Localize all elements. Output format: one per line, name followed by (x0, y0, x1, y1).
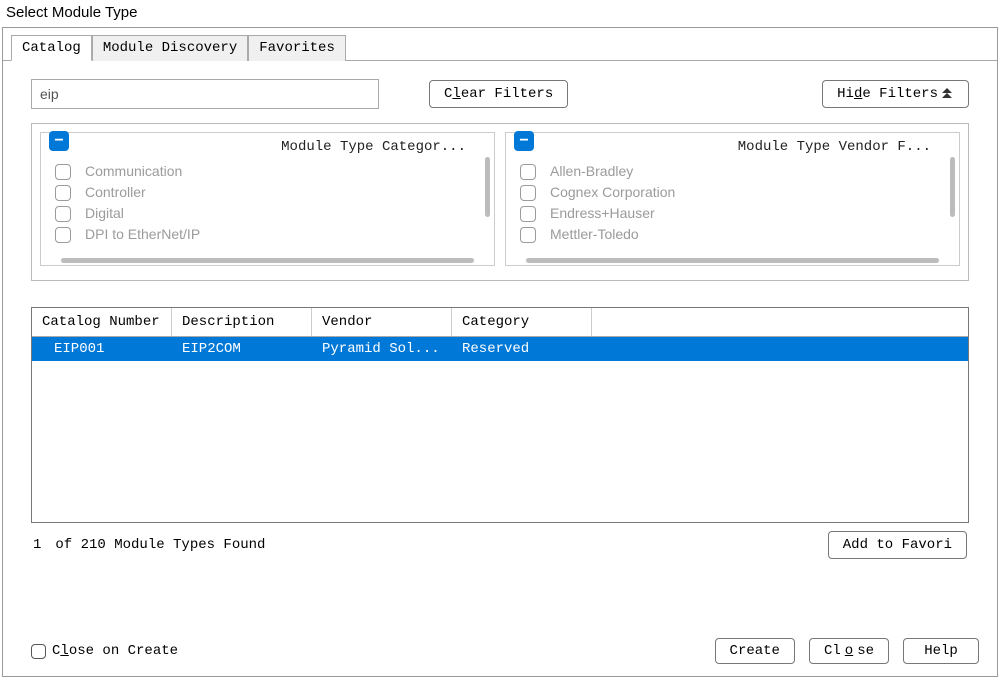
footer-row: Close on Create Create Close Help (31, 638, 979, 664)
checkbox-icon[interactable] (520, 227, 536, 243)
vendor-filter-title: Module Type Vendor F... (514, 139, 951, 161)
create-button[interactable]: Create (715, 638, 795, 664)
checkbox-icon[interactable] (31, 644, 46, 659)
col-header-category[interactable]: Category (452, 308, 592, 336)
close-on-create-checkbox[interactable]: Close on Create (31, 643, 178, 659)
tab-module-discovery[interactable]: Module Discovery (92, 35, 248, 61)
filter-item-cognex[interactable]: Cognex Corporation (518, 182, 947, 203)
hide-filters-label: Hide Filters (837, 86, 938, 102)
clear-filters-label: Clear Filters (444, 86, 553, 102)
status-row: 1 of 210 Module Types Found Add to Favor… (31, 523, 969, 565)
checkbox-icon[interactable] (55, 164, 71, 180)
col-header-catalog[interactable]: Catalog Number (32, 308, 172, 336)
filter-item-communication[interactable]: Communication (53, 161, 482, 182)
close-on-create-label: Close on Create (52, 643, 178, 659)
search-row: Clear Filters Hide Filters (31, 79, 969, 109)
results-header-row: Catalog Number Description Vendor Catego… (32, 308, 968, 337)
checkbox-icon[interactable] (520, 164, 536, 180)
filter-item-label: Allen-Bradley (550, 161, 633, 182)
vendor-filter-list: Allen-Bradley Cognex Corporation Endress… (514, 161, 951, 245)
collapse-icon[interactable]: − (49, 131, 69, 151)
filter-item-endress-hauser[interactable]: Endress+Hauser (518, 203, 947, 224)
filter-item-allen-bradley[interactable]: Allen-Bradley (518, 161, 947, 182)
filter-item-controller[interactable]: Controller (53, 182, 482, 203)
col-header-vendor[interactable]: Vendor (312, 308, 452, 336)
checkbox-icon[interactable] (520, 206, 536, 222)
cell-description: EIP2COM (172, 337, 312, 361)
dialog-container: Catalog Module Discovery Favorites Clear… (2, 27, 998, 677)
category-filter-panel: − Module Type Categor... Communication C… (40, 132, 495, 266)
tab-strip: Catalog Module Discovery Favorites (3, 28, 997, 61)
checkbox-icon[interactable] (520, 185, 536, 201)
filter-item-label: Cognex Corporation (550, 182, 675, 203)
checkbox-icon[interactable] (55, 227, 71, 243)
filter-item-label: Endress+Hauser (550, 203, 655, 224)
close-button[interactable]: Close (809, 638, 889, 664)
scrollbar-vertical[interactable] (950, 157, 955, 217)
scrollbar-horizontal[interactable] (61, 258, 474, 263)
search-input[interactable] (31, 79, 379, 109)
filter-panels: − Module Type Categor... Communication C… (31, 123, 969, 281)
results-table: Catalog Number Description Vendor Catego… (31, 307, 969, 523)
filter-item-label: Mettler-Toledo (550, 224, 639, 245)
chevron-up-icon (942, 90, 954, 98)
filter-item-label: DPI to EtherNet/IP (85, 224, 200, 245)
collapse-icon[interactable]: − (514, 131, 534, 151)
category-filter-title: Module Type Categor... (49, 139, 486, 161)
help-button[interactable]: Help (903, 638, 979, 664)
filter-item-label: Communication (85, 161, 182, 182)
tab-favorites[interactable]: Favorites (248, 35, 346, 61)
col-header-description[interactable]: Description (172, 308, 312, 336)
table-row[interactable]: EIP001 EIP2COM Pyramid Sol... Reserved (32, 337, 968, 361)
filter-item-dpi[interactable]: DPI to EtherNet/IP (53, 224, 482, 245)
category-filter-list: Communication Controller Digital DPI to … (49, 161, 486, 245)
filter-item-mettler-toledo[interactable]: Mettler-Toledo (518, 224, 947, 245)
filter-item-label: Digital (85, 203, 124, 224)
checkbox-icon[interactable] (55, 206, 71, 222)
filter-item-label: Controller (85, 182, 146, 203)
vendor-filter-panel: − Module Type Vendor F... Allen-Bradley … (505, 132, 960, 266)
scrollbar-horizontal[interactable] (526, 258, 939, 263)
scrollbar-vertical[interactable] (485, 157, 490, 217)
footer-buttons: Create Close Help (715, 638, 979, 664)
window-title: Select Module Type (0, 0, 1000, 27)
add-to-favorites-button[interactable]: Add to Favori (828, 531, 967, 559)
checkbox-icon[interactable] (55, 185, 71, 201)
cell-vendor: Pyramid Sol... (312, 337, 452, 361)
cell-category: Reserved (452, 337, 592, 361)
hide-filters-button[interactable]: Hide Filters (822, 80, 969, 108)
clear-filters-button[interactable]: Clear Filters (429, 80, 568, 108)
catalog-panel: Clear Filters Hide Filters − Module Type… (3, 61, 997, 575)
cell-catalog: EIP001 (32, 337, 172, 361)
status-text: of 210 Module Types Found (55, 537, 265, 553)
filter-item-digital[interactable]: Digital (53, 203, 482, 224)
status-count: 1 (33, 537, 41, 553)
tab-catalog[interactable]: Catalog (11, 35, 92, 61)
